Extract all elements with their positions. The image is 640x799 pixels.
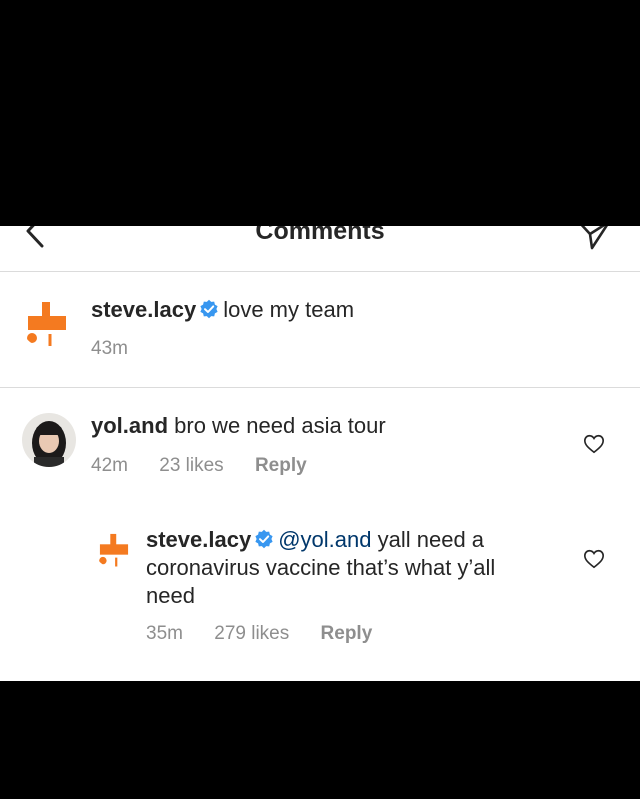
caption-timestamp: 43m xyxy=(91,338,128,359)
comment-timestamp: 42m xyxy=(91,455,128,476)
steve-lacy-avatar-image xyxy=(94,528,134,568)
reply-button[interactable]: Reply xyxy=(255,455,307,476)
caption-line: steve.lacy love my team xyxy=(91,296,354,324)
verified-badge-icon xyxy=(200,299,218,319)
reply-meta: 35m 279 likes Reply xyxy=(146,623,398,645)
paper-plane-icon[interactable] xyxy=(576,226,612,250)
caption-meta: 43m xyxy=(91,338,154,360)
avatar[interactable] xyxy=(20,294,74,348)
caption-text: love my team xyxy=(223,297,355,322)
comment-meta: 42m 23 likes Reply xyxy=(91,455,333,477)
heart-icon[interactable] xyxy=(583,548,605,570)
caption-username[interactable]: steve.lacy xyxy=(91,297,196,322)
avatar[interactable] xyxy=(94,528,134,568)
comment-likes[interactable]: 23 likes xyxy=(159,455,223,476)
reply-button[interactable]: Reply xyxy=(321,623,373,644)
comment-text: bro we need asia tour xyxy=(174,413,386,438)
verified-badge-icon xyxy=(255,529,273,549)
reply-likes[interactable]: 279 likes xyxy=(214,623,289,644)
reply-body: steve.lacy @yol.and yall need a coronavi… xyxy=(146,526,546,610)
avatar[interactable] xyxy=(22,413,76,467)
steve-lacy-avatar-image xyxy=(20,294,74,348)
reply-username[interactable]: steve.lacy xyxy=(146,527,251,552)
yol-and-avatar-image xyxy=(22,413,76,467)
comments-screen: Comments steve.lacy love my team 43m yol… xyxy=(0,226,640,681)
reply-mention[interactable]: @yol.and xyxy=(278,527,371,552)
heart-icon[interactable] xyxy=(583,433,605,455)
comments-header: Comments xyxy=(0,226,640,272)
reply-timestamp: 35m xyxy=(146,623,183,644)
page-title: Comments xyxy=(255,226,385,245)
comment-username[interactable]: yol.and xyxy=(91,413,168,438)
post-caption: steve.lacy love my team 43m xyxy=(0,272,640,388)
comment-line: yol.and bro we need asia tour xyxy=(91,412,386,440)
